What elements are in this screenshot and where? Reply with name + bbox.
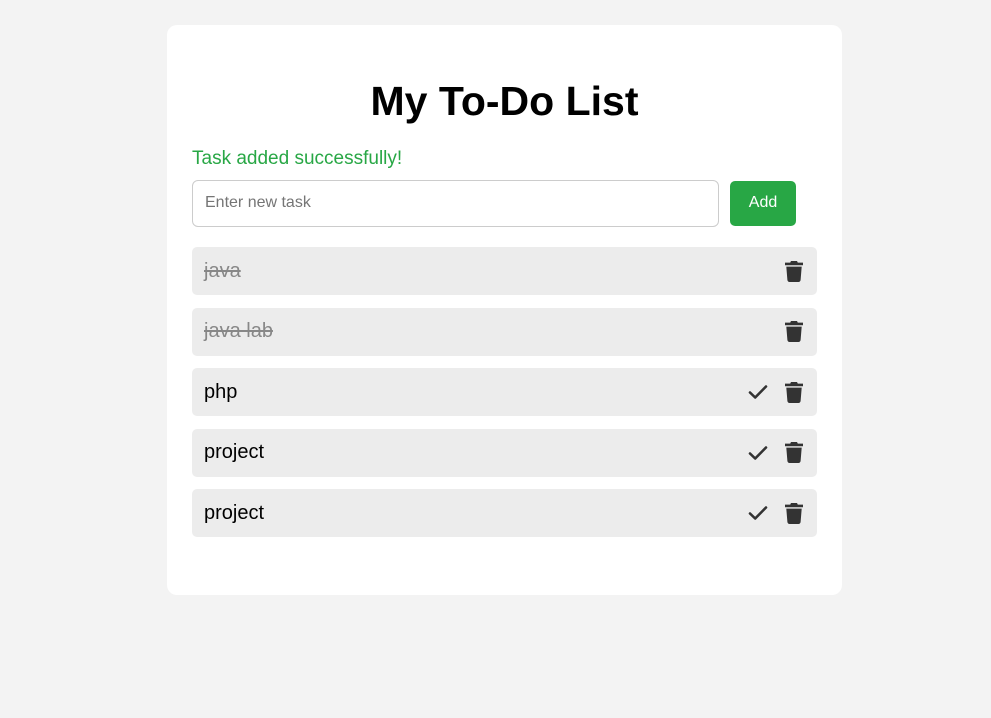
trash-icon[interactable] (783, 380, 805, 404)
check-icon[interactable] (747, 380, 769, 404)
task-item: java (192, 247, 817, 295)
task-text: java lab (204, 320, 273, 342)
trash-icon[interactable] (783, 501, 805, 525)
task-item: project (192, 428, 817, 477)
add-button[interactable]: Add (730, 180, 796, 226)
task-text: project (204, 501, 265, 524)
task-text: java (204, 259, 241, 282)
task-item: java lab (192, 307, 817, 356)
add-task-form: Add (192, 179, 817, 227)
task-text: php (204, 380, 238, 403)
status-message: Task added successfully! (192, 148, 403, 169)
task-item: php (192, 368, 817, 416)
task-list: java java lab php project project (192, 247, 817, 537)
check-icon[interactable] (747, 501, 769, 525)
check-icon[interactable] (747, 441, 769, 465)
trash-icon[interactable] (783, 259, 805, 283)
task-item: project (192, 489, 817, 537)
task-input[interactable] (192, 179, 719, 227)
todo-card: My To-Do List Task added successfully! A… (167, 25, 842, 595)
page-title: My To-Do List (370, 78, 639, 124)
trash-icon[interactable] (783, 320, 805, 344)
task-text: project (204, 441, 265, 463)
trash-icon[interactable] (783, 441, 805, 465)
